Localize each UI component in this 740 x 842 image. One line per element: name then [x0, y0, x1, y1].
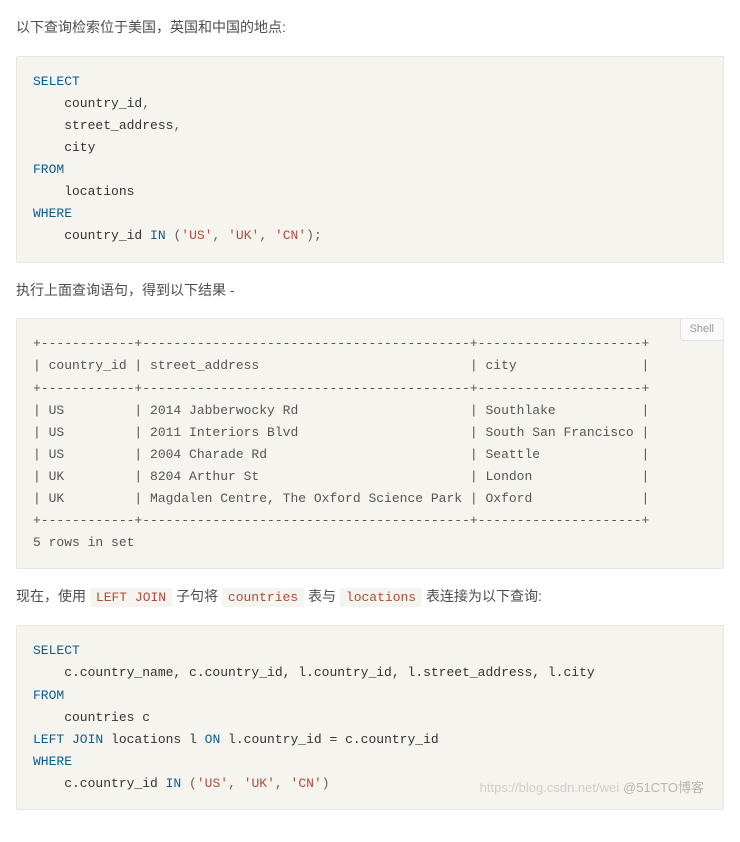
keyword-in-2: IN [166, 776, 182, 791]
keyword-left-join: LEFT JOIN [33, 732, 103, 747]
keyword-where: WHERE [33, 206, 72, 221]
keyword-on: ON [205, 732, 221, 747]
code-table-2: countries c [33, 710, 150, 725]
result-table-block: Shell +------------+---------------------… [16, 318, 724, 569]
code-col2: street_address [33, 118, 173, 133]
code-cond-2: c.country_id [33, 776, 166, 791]
inline-code-countries: countries [222, 588, 304, 607]
keyword-from: FROM [33, 162, 64, 177]
language-badge-shell: Shell [680, 318, 724, 341]
keyword-select-2: SELECT [33, 643, 80, 658]
sql-code-block-2: SELECT c.country_name, c.country_id, l.c… [16, 625, 724, 810]
code-cond: country_id [33, 228, 150, 243]
table-output: +------------+--------------------------… [33, 336, 649, 550]
keyword-where-2: WHERE [33, 754, 72, 769]
inline-code-left-join: LEFT JOIN [90, 588, 172, 607]
paragraph-intro: 以下查询检索位于美国，英国和中国的地点: [16, 16, 724, 40]
keyword-select: SELECT [33, 74, 80, 89]
code-table: locations [33, 184, 134, 199]
sql-code-block-1: SELECT country_id, street_address, city … [16, 56, 724, 263]
code-cols-2: c.country_name, c.country_id, l.country_… [33, 665, 595, 680]
paragraph-join-intro: 现在，使用 LEFT JOIN 子句将 countries 表与 locatio… [16, 585, 724, 609]
keyword-in: IN [150, 228, 166, 243]
keyword-from-2: FROM [33, 688, 64, 703]
code-col3: city [33, 140, 95, 155]
paragraph-result-intro: 执行上面查询语句，得到以下结果 - [16, 279, 724, 303]
inline-code-locations: locations [340, 588, 422, 607]
code-col1: country_id [33, 96, 142, 111]
